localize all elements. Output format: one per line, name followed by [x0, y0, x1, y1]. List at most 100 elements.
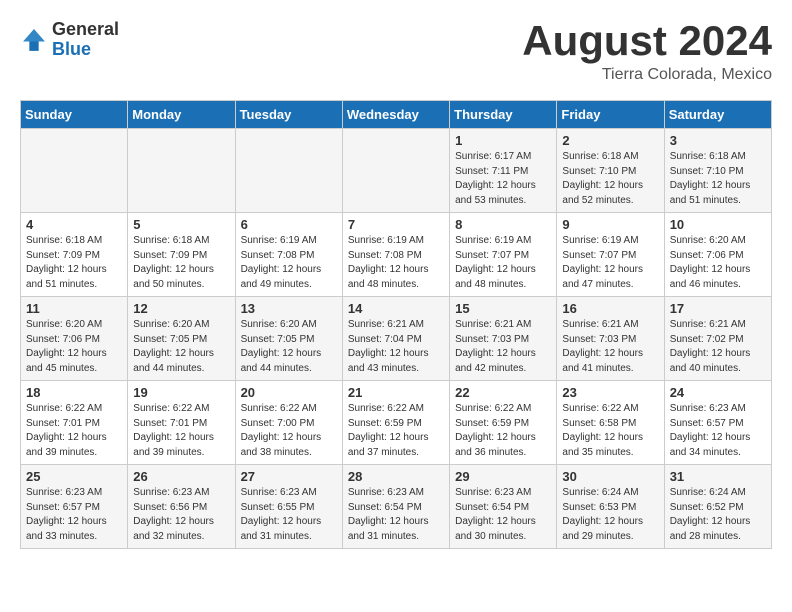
day-info: Sunrise: 6:23 AM Sunset: 6:57 PM Dayligh… [26, 486, 122, 544]
empty-day [235, 129, 342, 213]
day-of-week-thursday: Thursday [450, 101, 557, 129]
day-info: Sunrise: 6:21 AM Sunset: 7:03 PM Dayligh… [562, 318, 658, 376]
empty-day [128, 129, 235, 213]
day-info: Sunrise: 6:18 AM Sunset: 7:10 PM Dayligh… [562, 150, 658, 208]
day-info: Sunrise: 6:21 AM Sunset: 7:03 PM Dayligh… [455, 318, 551, 376]
calendar-day-6: 6 Sunrise: 6:19 AM Sunset: 7:08 PM Daylig… [235, 213, 342, 297]
day-number: 16 [562, 301, 658, 316]
calendar-day-26: 26Sunrise: 6:23 AM Sunset: 6:56 PM Dayli… [128, 465, 235, 549]
day-number: 31 [670, 469, 766, 484]
calendar-day-20: 20 Sunrise: 6:22 AM Sunset: 7:00 PM Dayli… [235, 381, 342, 465]
calendar-day-14: 14 Sunrise: 6:21 AM Sunset: 7:04 PM Dayli… [342, 297, 449, 381]
day-info: Sunrise: 6:17 AM Sunset: 7:11 PM Dayligh… [455, 150, 551, 208]
calendar-week-5: 25 Sunrise: 6:23 AM Sunset: 6:57 PM Dayli… [21, 465, 772, 549]
calendar-week-1: 1 Sunrise: 6:17 AM Sunset: 7:11 PM Daylig… [21, 129, 772, 213]
calendar-week-4: 18 Sunrise: 6:22 AM Sunset: 7:01 PM Dayli… [21, 381, 772, 465]
calendar-day-17: 17Sunrise: 6:21 AM Sunset: 7:02 PM Dayli… [664, 297, 771, 381]
calendar-table: SundayMondayTuesdayWednesdayThursdayFrid… [20, 100, 772, 549]
day-number: 25 [26, 469, 122, 484]
calendar-week-2: 4 Sunrise: 6:18 AM Sunset: 7:09 PM Daylig… [21, 213, 772, 297]
calendar-day-2: 2Sunrise: 6:18 AM Sunset: 7:10 PM Daylig… [557, 129, 664, 213]
calendar-body: 1 Sunrise: 6:17 AM Sunset: 7:11 PM Daylig… [21, 129, 772, 549]
day-info: Sunrise: 6:23 AM Sunset: 6:57 PM Dayligh… [670, 402, 766, 460]
calendar-day-21: 21 Sunrise: 6:22 AM Sunset: 6:59 PM Dayli… [342, 381, 449, 465]
day-info: Sunrise: 6:20 AM Sunset: 7:06 PM Dayligh… [26, 318, 122, 376]
day-info: Sunrise: 6:22 AM Sunset: 7:00 PM Dayligh… [241, 402, 337, 460]
day-info: Sunrise: 6:22 AM Sunset: 6:59 PM Dayligh… [455, 402, 551, 460]
calendar-day-13: 13 Sunrise: 6:20 AM Sunset: 7:05 PM Dayli… [235, 297, 342, 381]
day-number: 22 [455, 385, 551, 400]
day-number: 19 [133, 385, 229, 400]
calendar-day-7: 7Sunrise: 6:19 AM Sunset: 7:08 PM Daylig… [342, 213, 449, 297]
day-info: Sunrise: 6:23 AM Sunset: 6:55 PM Dayligh… [241, 486, 337, 544]
calendar-week-3: 11 Sunrise: 6:20 AM Sunset: 7:06 PM Dayli… [21, 297, 772, 381]
calendar-day-29: 29 Sunrise: 6:23 AM Sunset: 6:54 PM Dayli… [450, 465, 557, 549]
calendar-day-3: 3 Sunrise: 6:18 AM Sunset: 7:10 PM Daylig… [664, 129, 771, 213]
day-info: Sunrise: 6:22 AM Sunset: 6:59 PM Dayligh… [348, 402, 444, 460]
day-number: 21 [348, 385, 444, 400]
empty-day [342, 129, 449, 213]
day-number: 9 [562, 217, 658, 232]
calendar-day-19: 19Sunrise: 6:22 AM Sunset: 7:01 PM Dayli… [128, 381, 235, 465]
calendar-day-22: 22 Sunrise: 6:22 AM Sunset: 6:59 PM Dayli… [450, 381, 557, 465]
location-subtitle: Tierra Colorada, Mexico [522, 66, 772, 84]
day-number: 18 [26, 385, 122, 400]
calendar-day-31: 31 Sunrise: 6:24 AM Sunset: 6:52 PM Dayli… [664, 465, 771, 549]
days-of-week-row: SundayMondayTuesdayWednesdayThursdayFrid… [21, 101, 772, 129]
title-area: August 2024 Tierra Colorada, Mexico [522, 20, 772, 84]
calendar-day-9: 9 Sunrise: 6:19 AM Sunset: 7:07 PM Daylig… [557, 213, 664, 297]
day-info: Sunrise: 6:19 AM Sunset: 7:08 PM Dayligh… [348, 234, 444, 292]
calendar-day-5: 5 Sunrise: 6:18 AM Sunset: 7:09 PM Daylig… [128, 213, 235, 297]
day-number: 20 [241, 385, 337, 400]
logo-icon [20, 26, 48, 54]
day-number: 10 [670, 217, 766, 232]
calendar-day-12: 12 Sunrise: 6:20 AM Sunset: 7:05 PM Dayli… [128, 297, 235, 381]
calendar-day-11: 11 Sunrise: 6:20 AM Sunset: 7:06 PM Dayli… [21, 297, 128, 381]
calendar-day-8: 8 Sunrise: 6:19 AM Sunset: 7:07 PM Daylig… [450, 213, 557, 297]
day-number: 4 [26, 217, 122, 232]
day-info: Sunrise: 6:21 AM Sunset: 7:04 PM Dayligh… [348, 318, 444, 376]
day-number: 3 [670, 133, 766, 148]
day-info: Sunrise: 6:20 AM Sunset: 7:05 PM Dayligh… [133, 318, 229, 376]
day-info: Sunrise: 6:19 AM Sunset: 7:07 PM Dayligh… [455, 234, 551, 292]
day-number: 23 [562, 385, 658, 400]
day-info: Sunrise: 6:22 AM Sunset: 7:01 PM Dayligh… [26, 402, 122, 460]
day-info: Sunrise: 6:19 AM Sunset: 7:07 PM Dayligh… [562, 234, 658, 292]
day-info: Sunrise: 6:20 AM Sunset: 7:05 PM Dayligh… [241, 318, 337, 376]
day-info: Sunrise: 6:18 AM Sunset: 7:10 PM Dayligh… [670, 150, 766, 208]
day-number: 30 [562, 469, 658, 484]
calendar-day-23: 23 Sunrise: 6:22 AM Sunset: 6:58 PM Dayli… [557, 381, 664, 465]
day-info: Sunrise: 6:23 AM Sunset: 6:56 PM Dayligh… [133, 486, 229, 544]
day-info: Sunrise: 6:23 AM Sunset: 6:54 PM Dayligh… [455, 486, 551, 544]
logo-blue: Blue [52, 39, 91, 59]
day-number: 14 [348, 301, 444, 316]
day-of-week-wednesday: Wednesday [342, 101, 449, 129]
day-number: 17 [670, 301, 766, 316]
day-number: 8 [455, 217, 551, 232]
calendar-day-25: 25 Sunrise: 6:23 AM Sunset: 6:57 PM Dayli… [21, 465, 128, 549]
day-of-week-saturday: Saturday [664, 101, 771, 129]
day-number: 12 [133, 301, 229, 316]
page-header: General Blue August 2024 Tierra Colorada… [20, 20, 772, 84]
calendar-day-28: 28Sunrise: 6:23 AM Sunset: 6:54 PM Dayli… [342, 465, 449, 549]
calendar-day-24: 24 Sunrise: 6:23 AM Sunset: 6:57 PM Dayli… [664, 381, 771, 465]
day-info: Sunrise: 6:18 AM Sunset: 7:09 PM Dayligh… [133, 234, 229, 292]
calendar-day-27: 27Sunrise: 6:23 AM Sunset: 6:55 PM Dayli… [235, 465, 342, 549]
day-number: 29 [455, 469, 551, 484]
calendar-header: SundayMondayTuesdayWednesdayThursdayFrid… [21, 101, 772, 129]
calendar-day-16: 16 Sunrise: 6:21 AM Sunset: 7:03 PM Dayli… [557, 297, 664, 381]
day-number: 13 [241, 301, 337, 316]
day-number: 6 [241, 217, 337, 232]
month-year-title: August 2024 [522, 20, 772, 62]
day-info: Sunrise: 6:24 AM Sunset: 6:53 PM Dayligh… [562, 486, 658, 544]
day-number: 11 [26, 301, 122, 316]
day-info: Sunrise: 6:19 AM Sunset: 7:08 PM Dayligh… [241, 234, 337, 292]
day-number: 5 [133, 217, 229, 232]
day-of-week-tuesday: Tuesday [235, 101, 342, 129]
day-info: Sunrise: 6:22 AM Sunset: 6:58 PM Dayligh… [562, 402, 658, 460]
calendar-day-15: 15Sunrise: 6:21 AM Sunset: 7:03 PM Dayli… [450, 297, 557, 381]
day-number: 24 [670, 385, 766, 400]
day-info: Sunrise: 6:24 AM Sunset: 6:52 PM Dayligh… [670, 486, 766, 544]
day-number: 1 [455, 133, 551, 148]
calendar-day-10: 10Sunrise: 6:20 AM Sunset: 7:06 PM Dayli… [664, 213, 771, 297]
